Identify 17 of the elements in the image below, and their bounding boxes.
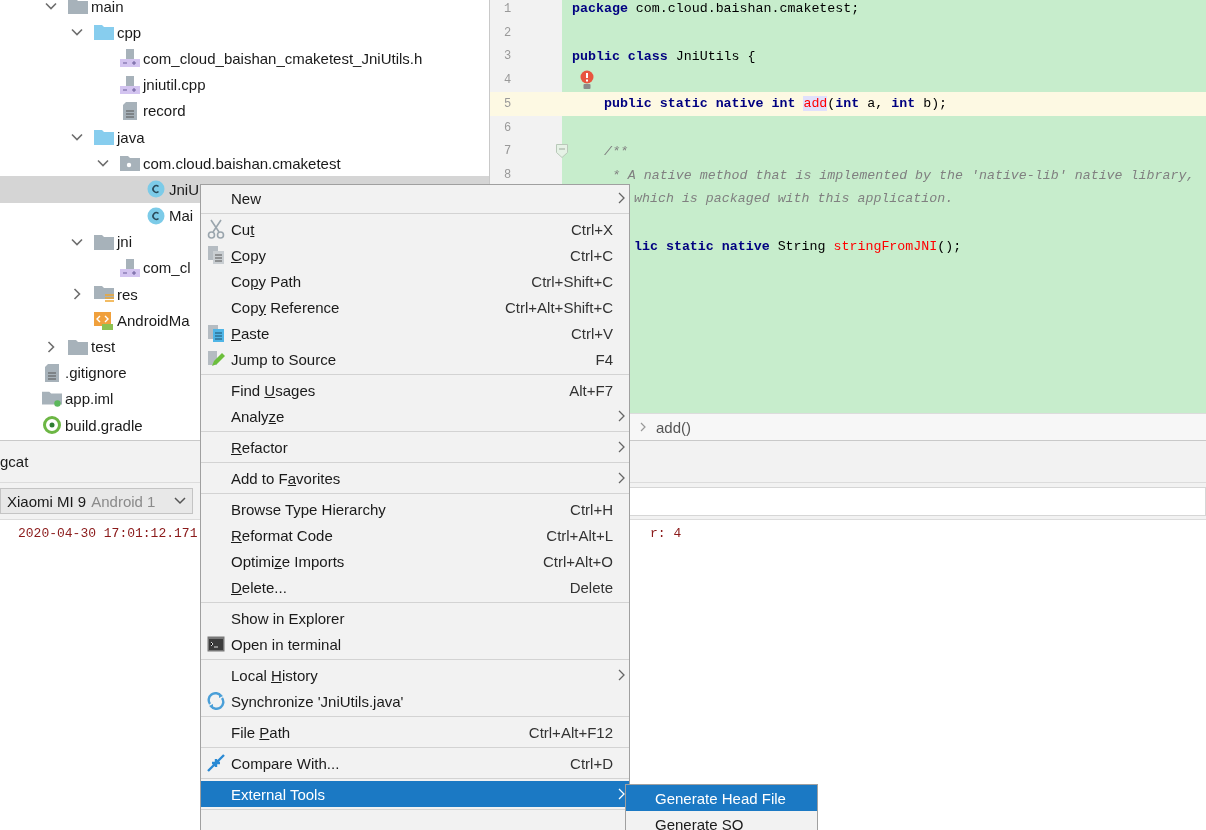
- line-number: 4: [504, 73, 512, 88]
- line-number: 5: [504, 96, 512, 111]
- code-line: package com.cloud.baishan.cmaketest;: [572, 1, 860, 17]
- line-number: 1: [504, 1, 512, 16]
- code-line: public static native int add(int a, int b);: [602, 96, 948, 112]
- code-line: * A native method that is implemented by the 'native-lib' native library,: [610, 167, 1195, 183]
- log-text: r: 4: [650, 526, 682, 541]
- line-number: 2: [504, 25, 512, 40]
- log-text: 2020-04-30 17:01:12.171: [18, 526, 198, 541]
- line-number: 3: [504, 49, 512, 64]
- code-line: public class JniUtils {: [572, 48, 756, 64]
- line-number: 8: [504, 168, 512, 183]
- code-line: which is packaged with this application.: [634, 191, 954, 207]
- line-number: 7: [504, 144, 512, 159]
- code-line: lic static native String stringFromJNI();: [634, 238, 962, 254]
- code-line: /**: [602, 143, 628, 159]
- line-number: 6: [504, 120, 512, 135]
